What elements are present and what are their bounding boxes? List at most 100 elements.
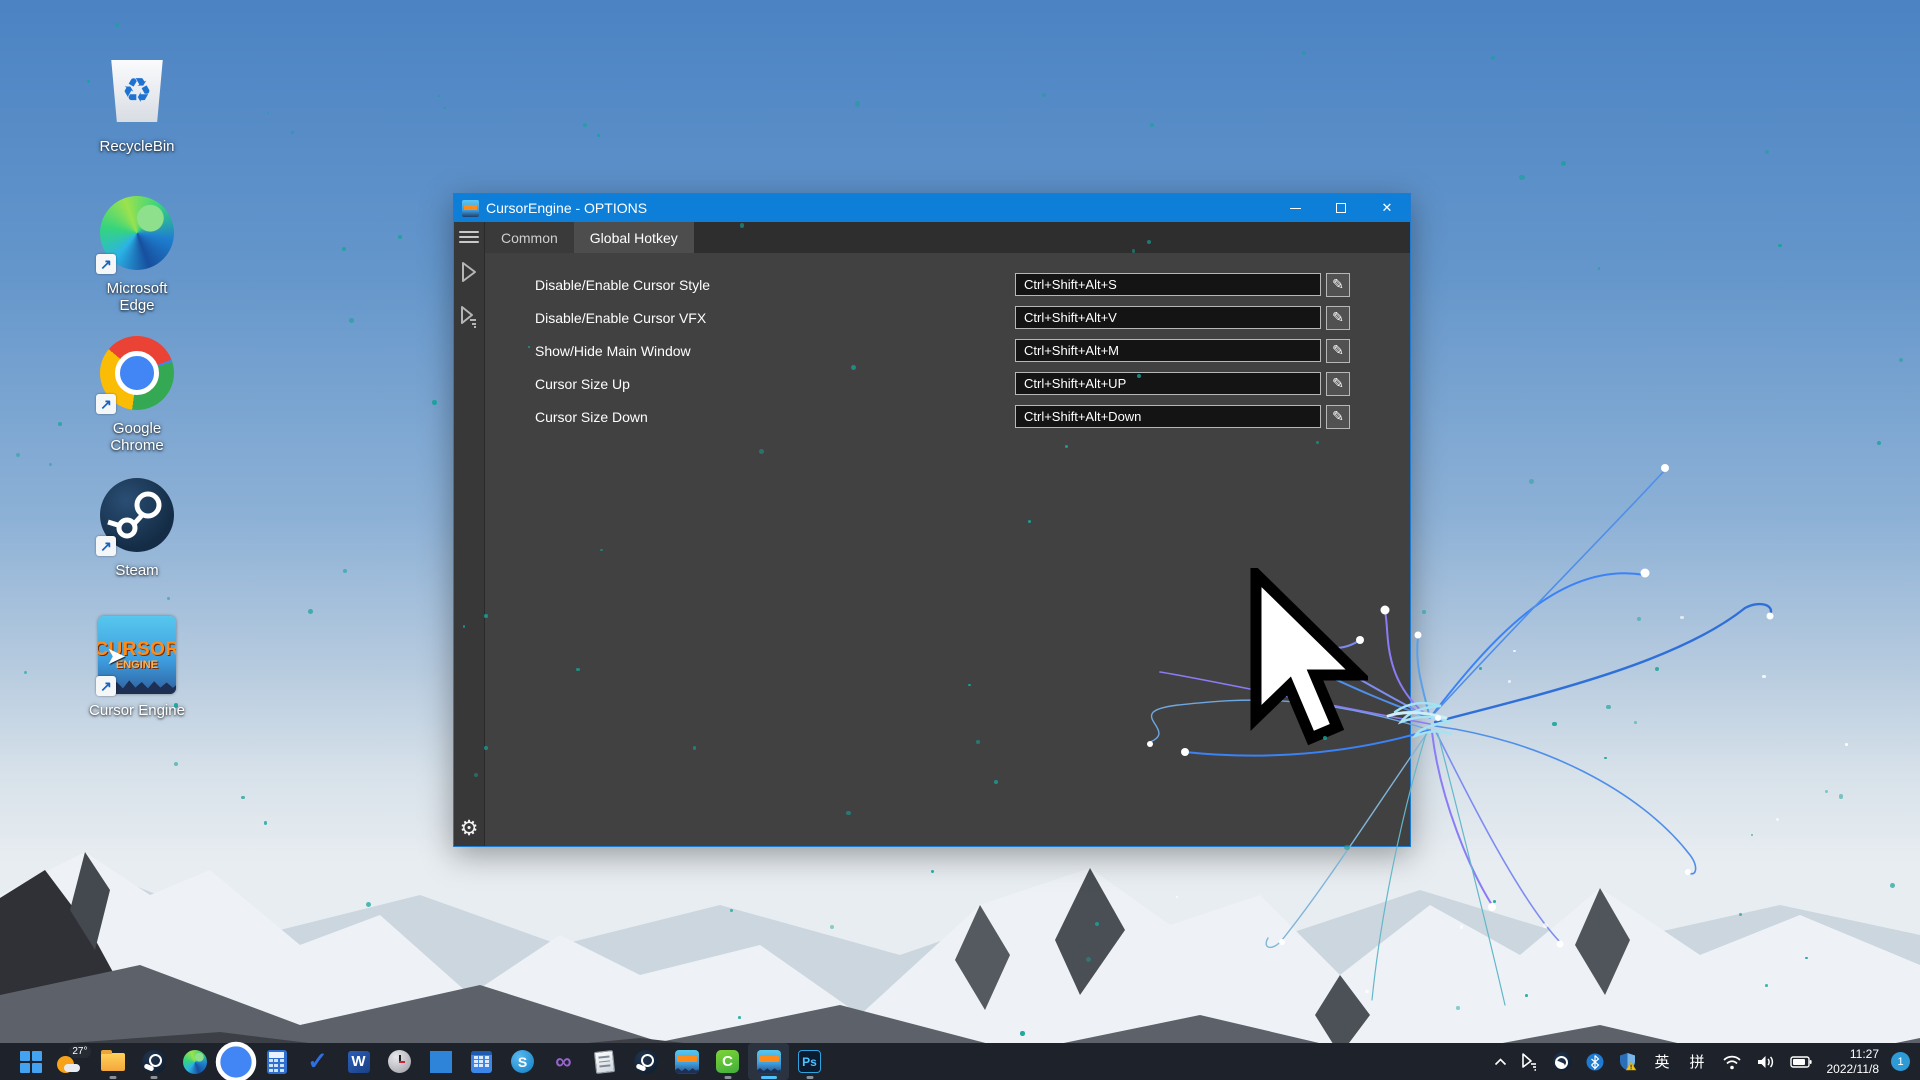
tray-chevron-up[interactable] bbox=[1489, 1043, 1512, 1080]
tray-clock[interactable]: 11:27 2022/11/8 bbox=[1821, 1047, 1886, 1077]
particle-dot bbox=[16, 453, 20, 457]
desktop-icon-label: Steam bbox=[115, 562, 158, 579]
cursor-vfx-icon[interactable] bbox=[459, 306, 479, 333]
taskbar-icon-todo[interactable]: ✓ bbox=[297, 1043, 338, 1080]
hotkey-value-field[interactable]: Ctrl+Shift+Alt+Down bbox=[1015, 405, 1321, 428]
settings-gear-icon[interactable]: ⚙ bbox=[460, 818, 479, 839]
hotkey-value-field[interactable]: Ctrl+Shift+Alt+S bbox=[1015, 273, 1321, 296]
edit-hotkey-button[interactable]: ✎ bbox=[1326, 405, 1350, 429]
taskbar-icon-camtasia[interactable]: C bbox=[707, 1043, 748, 1080]
particle-dot bbox=[308, 609, 313, 614]
tab-common[interactable]: Common bbox=[485, 222, 574, 253]
particle-dot bbox=[349, 318, 354, 323]
particle-dot bbox=[1479, 667, 1482, 670]
cursor-engine-icon: CURSOR ENGINE ➤ ↗ bbox=[94, 612, 180, 698]
particle-dot bbox=[115, 23, 118, 26]
file-explorer-icon bbox=[101, 1053, 125, 1071]
taskbar-icon-calendar[interactable] bbox=[461, 1043, 502, 1080]
tray-bluetooth[interactable] bbox=[1581, 1043, 1609, 1080]
particle-dot bbox=[1604, 757, 1606, 759]
edit-hotkey-button[interactable]: ✎ bbox=[1326, 339, 1350, 363]
particle-dot bbox=[443, 107, 445, 109]
start-button[interactable] bbox=[10, 1043, 51, 1080]
hotkey-row: Cursor Size Down Ctrl+Shift+Alt+Down ✎ bbox=[485, 400, 1410, 433]
taskbar-icon-notepad[interactable] bbox=[584, 1043, 625, 1080]
visual-studio-icon: ∞ bbox=[555, 1050, 571, 1073]
taskbar-icon-vscode[interactable] bbox=[420, 1043, 461, 1080]
taskbar-icon-file-explorer[interactable] bbox=[92, 1043, 133, 1080]
vscode-icon bbox=[430, 1051, 452, 1073]
hotkey-value-field[interactable]: Ctrl+Shift+Alt+V bbox=[1015, 306, 1321, 329]
edit-hotkey-button[interactable]: ✎ bbox=[1326, 306, 1350, 330]
taskbar-icon-word[interactable]: W bbox=[338, 1043, 379, 1080]
weather-widget[interactable]: 27° bbox=[51, 1043, 92, 1080]
minimize-button[interactable] bbox=[1272, 194, 1318, 222]
particle-dot bbox=[1422, 610, 1426, 614]
skype-icon: S bbox=[511, 1050, 534, 1073]
desktop-icon-edge[interactable]: ↗ Microsoft Edge bbox=[62, 190, 212, 315]
particle-dot bbox=[24, 671, 27, 674]
taskbar-icon-visual-studio[interactable]: ∞ bbox=[543, 1043, 584, 1080]
hotkey-value-field[interactable]: Ctrl+Shift+Alt+UP bbox=[1015, 372, 1321, 395]
particle-dot bbox=[583, 123, 587, 127]
taskbar-icon-cursor-engine-active[interactable] bbox=[748, 1043, 789, 1080]
minimize-icon bbox=[1290, 208, 1301, 209]
pencil-icon: ✎ bbox=[1332, 276, 1344, 293]
windows-logo-icon bbox=[20, 1051, 42, 1073]
taskbar-icon-steam[interactable] bbox=[133, 1043, 174, 1080]
tray-battery[interactable] bbox=[1785, 1043, 1817, 1080]
close-icon: ✕ bbox=[1382, 200, 1393, 216]
taskbar-icon-calculator[interactable] bbox=[256, 1043, 297, 1080]
close-button[interactable]: ✕ bbox=[1364, 194, 1410, 222]
security-shield-icon bbox=[1618, 1052, 1637, 1071]
particle-dot bbox=[438, 95, 441, 98]
hotkey-row: Disable/Enable Cursor VFX Ctrl+Shift+Alt… bbox=[485, 301, 1410, 334]
tray-cursor-engine[interactable] bbox=[1516, 1043, 1544, 1080]
particle-dot bbox=[398, 235, 402, 239]
taskbar-icon-skype[interactable]: S bbox=[502, 1043, 543, 1080]
bluetooth-icon bbox=[1586, 1053, 1604, 1071]
desktop-icon-steam[interactable]: ↗ Steam bbox=[62, 472, 212, 579]
desktop-icon-chrome[interactable]: ↗ Google Chrome bbox=[62, 330, 212, 455]
cursor-style-icon[interactable] bbox=[459, 261, 479, 288]
maximize-button[interactable] bbox=[1318, 194, 1364, 222]
hotkey-label: Disable/Enable Cursor Style bbox=[535, 277, 710, 293]
desktop-icon-label: Cursor Engine bbox=[89, 702, 185, 719]
tray-wifi[interactable] bbox=[1717, 1043, 1747, 1080]
taskbar-icon-steam-console[interactable] bbox=[625, 1043, 666, 1080]
taskbar-icon-chrome[interactable] bbox=[215, 1043, 256, 1080]
desktop-icon-label: Microsoft Edge bbox=[92, 280, 182, 315]
hotkey-row: Show/Hide Main Window Ctrl+Shift+Alt+M ✎ bbox=[485, 334, 1410, 367]
taskbar-icon-clock-app[interactable] bbox=[379, 1043, 420, 1080]
ime-language-indicator[interactable]: 英 bbox=[1646, 1043, 1677, 1080]
cursorengine-options-window: CursorEngine - OPTIONS ✕ ⚙ Common Glob bbox=[453, 193, 1411, 847]
shortcut-arrow-icon: ↗ bbox=[96, 254, 116, 274]
global-hotkey-panel: Disable/Enable Cursor Style Ctrl+Shift+A… bbox=[485, 253, 1410, 846]
notification-badge[interactable]: 1 bbox=[1891, 1052, 1910, 1071]
window-titlebar[interactable]: CursorEngine - OPTIONS ✕ bbox=[454, 194, 1410, 222]
tab-global-hotkey[interactable]: Global Hotkey bbox=[574, 222, 694, 253]
hotkey-label: Cursor Size Down bbox=[535, 409, 648, 425]
particle-dot bbox=[1491, 56, 1495, 60]
particle-dot-white bbox=[1680, 616, 1683, 619]
taskbar-icon-cursor-engine[interactable] bbox=[666, 1043, 707, 1080]
taskbar-icon-photoshop[interactable]: Ps bbox=[789, 1043, 830, 1080]
tray-security[interactable] bbox=[1613, 1043, 1642, 1080]
tray-volume[interactable] bbox=[1751, 1043, 1781, 1080]
hotkey-value-field[interactable]: Ctrl+Shift+Alt+M bbox=[1015, 339, 1321, 362]
photoshop-icon: Ps bbox=[798, 1050, 821, 1073]
particle-dot-white bbox=[1513, 650, 1515, 652]
menu-icon[interactable] bbox=[459, 231, 479, 243]
ime-mode-indicator[interactable]: 拼 bbox=[1681, 1043, 1712, 1080]
desktop-icon-cursor-engine[interactable]: CURSOR ENGINE ➤ ↗ Cursor Engine bbox=[62, 612, 212, 719]
edit-hotkey-button[interactable]: ✎ bbox=[1326, 273, 1350, 297]
particle-dot-white bbox=[1845, 743, 1848, 746]
app-icon bbox=[462, 200, 479, 217]
tray-steam[interactable] bbox=[1548, 1043, 1577, 1080]
shortcut-arrow-icon: ↗ bbox=[96, 536, 116, 556]
particle-dot-white bbox=[1762, 675, 1766, 679]
taskbar-icon-edge[interactable] bbox=[174, 1043, 215, 1080]
desktop-icon-recyclebin[interactable]: ♻ RecycleBin bbox=[62, 48, 212, 155]
edit-hotkey-button[interactable]: ✎ bbox=[1326, 372, 1350, 396]
pencil-icon: ✎ bbox=[1332, 375, 1344, 392]
